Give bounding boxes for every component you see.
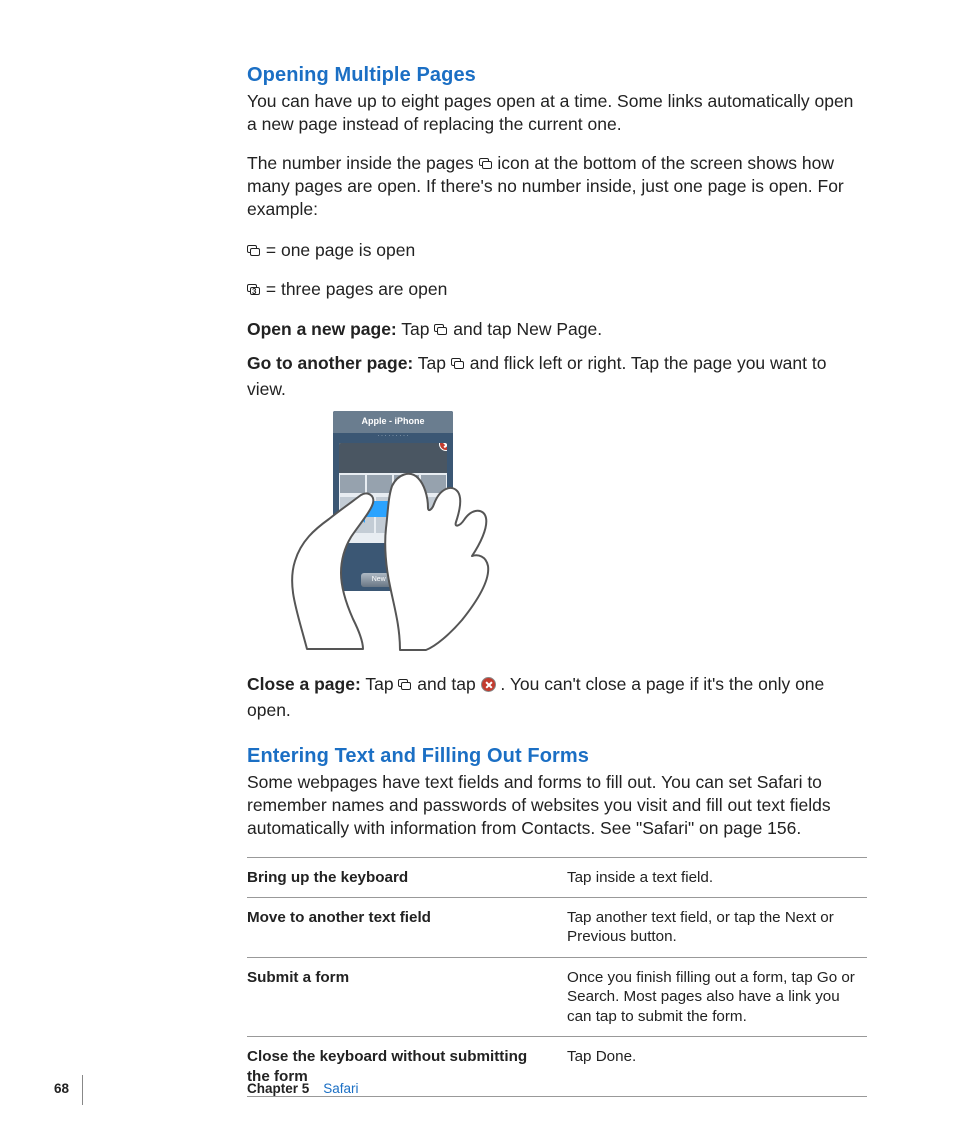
label: Open a new page: (247, 319, 397, 339)
go-to-another-page: Go to another page: Tap and flick left o… (247, 350, 867, 403)
table-row: Bring up the keyboard Tap inside a text … (247, 857, 867, 897)
pages-icon (479, 158, 493, 170)
phone-subtitle: · · · · · · · · · (333, 433, 453, 439)
text: = three pages are open (266, 279, 447, 299)
paragraph: The number inside the pages icon at the … (247, 152, 867, 221)
heading-opening-multiple-pages: Opening Multiple Pages (247, 64, 867, 87)
forms-table: Bring up the keyboard Tap inside a text … (247, 857, 867, 1098)
close-a-page: Close a page: Tap and tap . You can't cl… (247, 671, 867, 724)
text: = one page is open (266, 240, 415, 260)
text: The number inside the pages (247, 153, 479, 173)
paragraph: You can have up to eight pages open at a… (247, 90, 867, 136)
label: Go to another page: (247, 353, 413, 373)
example-three-pages: 3 = three pages are open (247, 276, 867, 302)
text: and tap (417, 674, 480, 694)
text: Tap (401, 319, 434, 339)
example-one-page: = one page is open (247, 237, 867, 263)
paragraph: Some webpages have text fields and forms… (247, 771, 867, 840)
chapter-title: Safari (323, 1081, 358, 1096)
label: Close a page: (247, 674, 361, 694)
chapter-label: Chapter 5 (247, 1081, 309, 1096)
table-row: Move to another text field Tap another t… (247, 897, 867, 957)
text: Tap (418, 353, 451, 373)
figure-flick-pages: Apple - iPhone · · · · · · · · · New P (277, 411, 492, 651)
cell-value: Once you finish filling out a form, tap … (567, 957, 867, 1036)
heading-entering-text: Entering Text and Filling Out Forms (247, 745, 867, 768)
pages-icon (247, 245, 261, 257)
footer-divider (82, 1075, 83, 1105)
cell-label: Submit a form (247, 957, 567, 1036)
cell-value: Tap inside a text field. (567, 857, 867, 897)
pages-icon (398, 679, 412, 691)
page-number: 68 (54, 1081, 76, 1096)
phone-title: Apple - iPhone (333, 411, 453, 433)
pages-icon-3: 3 (247, 284, 261, 296)
pages-icon (451, 358, 465, 370)
table-row: Submit a form Once you finish filling ou… (247, 957, 867, 1036)
cell-label: Bring up the keyboard (247, 857, 567, 897)
page-content: Opening Multiple Pages You can have up t… (247, 64, 867, 1097)
cell-label: Move to another text field (247, 897, 567, 957)
text: Tap (365, 674, 398, 694)
hand-right-icon (382, 456, 532, 651)
close-icon (481, 677, 496, 692)
text: and tap New Page. (453, 319, 602, 339)
open-new-page: Open a new page: Tap and tap New Page. (247, 316, 867, 342)
page-footer: 68 Chapter 5 Safari (54, 1073, 874, 1103)
cell-value: Tap another text field, or tap the Next … (567, 897, 867, 957)
pages-icon (434, 324, 448, 336)
